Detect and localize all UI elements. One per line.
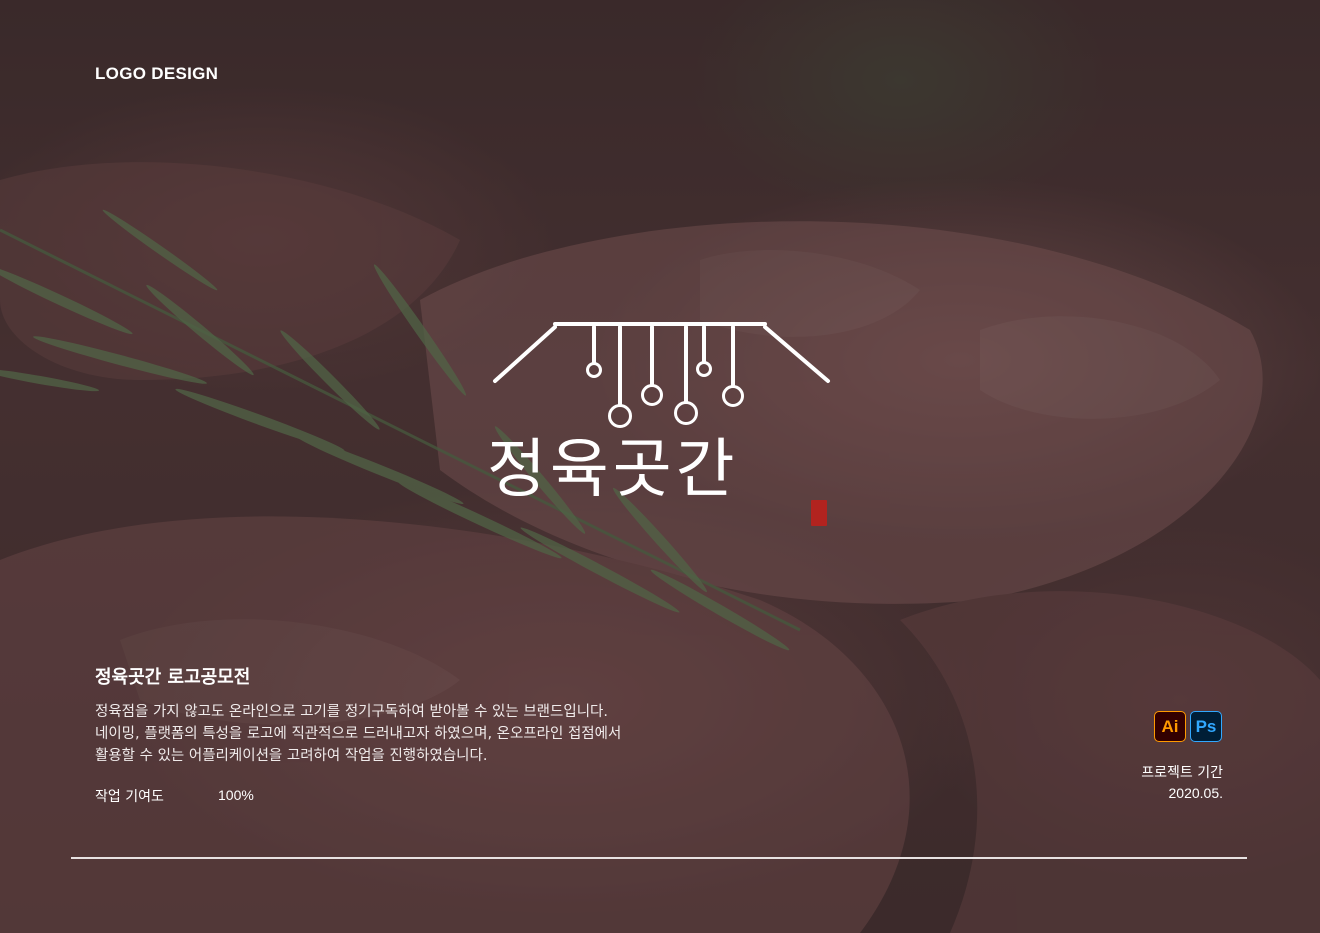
period-value: 2020.05. xyxy=(1168,785,1224,801)
red-seal-stamp xyxy=(811,500,827,526)
description-line: 네이밍, 플랫폼의 특성을 로고에 직관적으로 드러내고자 하였으며, 온오프라… xyxy=(95,726,622,742)
description-line: 정육점을 가지 않고도 온라인으로 고기를 정기구독하여 받아볼 수 있는 브랜… xyxy=(95,704,608,720)
section-label: LOGO DESIGN xyxy=(95,64,219,83)
portfolio-slide: LOGO DESIGN 정육곳간 정육곳간 로고공모전 정육점을 가지 않고도 … xyxy=(0,0,1320,933)
project-description: 정육점을 가지 않고도 온라인으로 고기를 정기구독하여 받아볼 수 있는 브랜… xyxy=(95,701,775,767)
photoshop-icon: Ps xyxy=(1190,711,1222,742)
period-label: 프로젝트 기간 xyxy=(1141,765,1223,781)
project-title: 정육곳간 로고공모전 xyxy=(95,667,251,688)
logo-wordmark: 정육곳간 xyxy=(487,433,739,507)
divider xyxy=(71,857,1247,859)
contribution-label: 작업 기여도 xyxy=(95,789,164,805)
description-line: 활용할 수 있는 어플리케이션을 고려하여 작업을 진행하였습니다. xyxy=(95,748,488,764)
illustrator-icon: Ai xyxy=(1154,711,1186,742)
contribution-value: 100% xyxy=(218,787,254,803)
